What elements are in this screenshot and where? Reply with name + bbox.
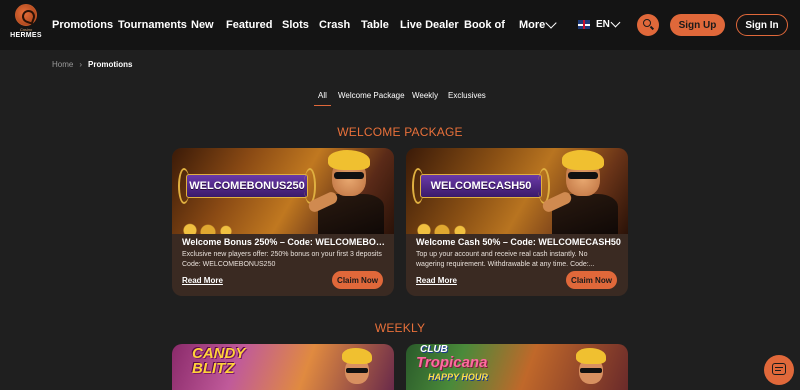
breadcrumb-home[interactable]: Home: [52, 60, 73, 69]
promotion-filter-tabs: All Welcome Package Weekly Exclusives: [0, 91, 800, 106]
promo-card-title: Welcome Cash 50% – Code: WELCOMECASH50: [416, 237, 621, 247]
gold-coins-image: [172, 216, 262, 234]
promo-card-welcome-bonus: WELCOMEBONUS250 Welcome Bonus 250% – Cod…: [172, 148, 394, 296]
chevron-down-icon[interactable]: [545, 17, 557, 29]
tab-exclusives[interactable]: Exclusives: [448, 91, 486, 100]
claim-now-button[interactable]: Claim Now: [332, 271, 383, 289]
live-chat-button[interactable]: [764, 355, 794, 385]
nav-item-featured[interactable]: Featured: [226, 19, 272, 31]
promo-code-banner: WELCOMECASH50: [420, 174, 542, 198]
hermes-emblem-icon: [15, 4, 37, 26]
mascot-character-image: [540, 150, 624, 234]
candy-blitz-logo-line2: BLITZ: [192, 360, 235, 377]
promo-card-welcome-cash: WELCOMECASH50 Welcome Cash 50% – Code: W…: [406, 148, 628, 296]
promo-card-title: Welcome Bonus 250% – Code: WELCOMEBONU..…: [182, 237, 387, 247]
breadcrumb: Home › Promotions: [52, 60, 132, 69]
promo-card-body: Welcome Cash 50% – Code: WELCOMECASH50 T…: [406, 234, 628, 296]
nav-item-table[interactable]: Table: [361, 19, 389, 31]
chat-icon-line: [775, 370, 781, 372]
nav-item-live-dealer[interactable]: Live Dealer: [400, 19, 459, 31]
nav-item-new[interactable]: New: [191, 19, 214, 31]
search-button[interactable]: [637, 14, 659, 36]
tab-weekly[interactable]: Weekly: [412, 91, 438, 100]
claim-now-button[interactable]: Claim Now: [566, 271, 617, 289]
uk-flag-icon[interactable]: [578, 20, 590, 29]
gold-coins-image: [406, 216, 496, 234]
mascot-character-image: [340, 348, 374, 386]
promo-code-banner: WELCOMEBONUS250: [186, 174, 308, 198]
promo-card-body: Welcome Bonus 250% – Code: WELCOMEBONU..…: [172, 234, 394, 296]
nav-item-book-of[interactable]: Book of: [464, 19, 505, 31]
read-more-link[interactable]: Read More: [182, 276, 223, 285]
candy-blitz-logo: CANDY BLITZ: [192, 346, 245, 376]
sign-up-button[interactable]: Sign Up: [670, 14, 725, 36]
brand-logo[interactable]: Casino HERMES: [8, 4, 44, 46]
promo-card-description: Top up your account and receive real cas…: [416, 251, 595, 268]
nav-item-slots[interactable]: Slots: [282, 19, 309, 31]
club-tropicana-logo-line3: HAPPY HOUR: [428, 372, 488, 382]
top-header: Casino HERMES Promotions Tournaments New…: [0, 0, 800, 50]
nav-item-tournaments[interactable]: Tournaments: [118, 19, 187, 31]
nav-item-promotions[interactable]: Promotions: [52, 19, 113, 31]
chevron-right-icon: ›: [79, 60, 83, 69]
club-tropicana-logo-line2: Tropicana: [416, 354, 488, 371]
chat-icon: [772, 363, 786, 375]
section-title-welcome-package: WELCOME PACKAGE: [337, 125, 463, 139]
mascot-character-image: [574, 348, 608, 386]
tab-all[interactable]: All: [314, 91, 331, 106]
promo-card-candy-blitz[interactable]: CANDY BLITZ: [172, 344, 394, 390]
search-icon-handle: [649, 25, 655, 30]
read-more-link[interactable]: Read More: [416, 276, 457, 285]
section-title-weekly: WEEKLY: [374, 321, 426, 335]
candy-blitz-logo-line1: CANDY: [192, 345, 246, 362]
brand-logo-text: HERMES: [10, 32, 42, 39]
breadcrumb-current: Promotions: [88, 60, 133, 69]
chevron-down-icon[interactable]: [610, 17, 621, 28]
chat-icon-line: [775, 367, 783, 369]
mascot-character-image: [306, 150, 390, 234]
promo-card-club-tropicana[interactable]: CLUB Tropicana HAPPY HOUR: [406, 344, 628, 390]
more-menu[interactable]: More: [519, 19, 545, 31]
promo-card-image: WELCOMEBONUS250: [172, 148, 394, 234]
tab-welcome-package[interactable]: Welcome Package: [338, 91, 405, 100]
language-selector[interactable]: EN: [596, 19, 610, 30]
nav-item-crash[interactable]: Crash: [319, 19, 350, 31]
sign-in-button[interactable]: Sign In: [736, 14, 788, 36]
promo-card-image: WELCOMECASH50: [406, 148, 628, 234]
promo-card-description: Exclusive new players offer: 250% bonus …: [182, 251, 382, 268]
